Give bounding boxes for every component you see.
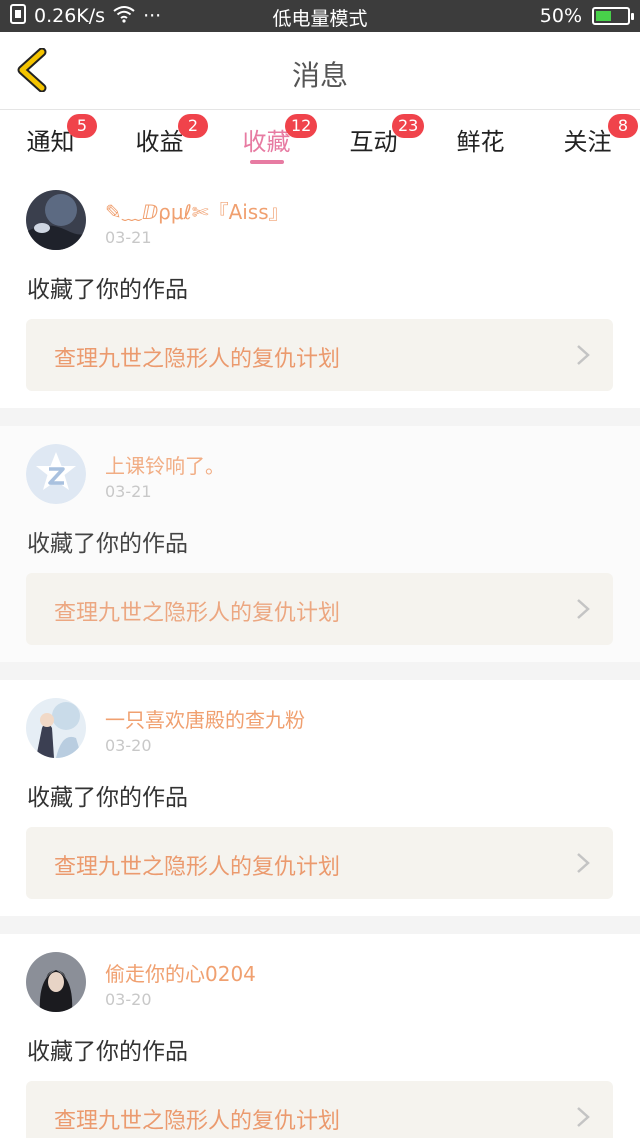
action-text: 收藏了你的作品 — [27, 277, 188, 303]
username[interactable]: 偷走你的心0204 — [105, 958, 256, 987]
divider — [0, 408, 640, 426]
page-title: 消息 — [291, 59, 348, 92]
tab-favorites[interactable]: 收藏 12 — [213, 114, 320, 170]
work-link[interactable]: 查理九世之隐形人的复仇计划 — [26, 1081, 613, 1138]
favorites-feed: ✎﹏ⅅρμℓ✄『Aiss』 03-21 收藏了你的作品 查理九世之隐形人的复仇计… — [0, 172, 640, 1138]
count-badge: 5 — [67, 114, 97, 138]
action-text: 收藏了你的作品 — [27, 1039, 188, 1065]
list-item: ✎﹏ⅅρμℓ✄『Aiss』 03-21 收藏了你的作品 查理九世之隐形人的复仇计… — [0, 172, 640, 408]
tab-label: 收益 — [135, 128, 184, 156]
count-badge: 12 — [285, 114, 318, 138]
tab-indicator — [249, 160, 284, 164]
tab-label: 互动 — [349, 128, 398, 156]
tab-income[interactable]: 收益 2 — [106, 114, 213, 170]
tab-follow[interactable]: 关注 8 — [534, 114, 640, 170]
work-title: 查理九世之隐形人的复仇计划 — [54, 601, 341, 626]
chevron-right-icon — [577, 1107, 590, 1127]
status-bar: 0.26K/s ··· 低电量模式 50% — [0, 0, 640, 32]
chevron-right-icon — [577, 345, 590, 365]
battery-level — [596, 11, 611, 21]
avatar[interactable] — [26, 444, 86, 504]
work-link[interactable]: 查理九世之隐形人的复仇计划 — [26, 827, 613, 899]
list-item: 偷走你的心0204 03-20 收藏了你的作品 查理九世之隐形人的复仇计划 — [0, 934, 640, 1138]
chevron-right-icon — [577, 599, 590, 619]
count-badge: 8 — [608, 114, 638, 138]
tab-flowers[interactable]: 鲜花 — [427, 122, 534, 170]
timestamp: 03-21 — [105, 482, 152, 501]
avatar[interactable] — [26, 698, 86, 758]
work-link[interactable]: 查理九世之隐形人的复仇计划 — [26, 319, 613, 391]
battery-percent: 50% — [539, 5, 582, 27]
work-title: 查理九世之隐形人的复仇计划 — [54, 347, 341, 372]
chevron-right-icon — [577, 853, 590, 873]
divider — [0, 916, 640, 934]
action-text: 收藏了你的作品 — [27, 785, 188, 811]
work-link[interactable]: 查理九世之隐形人的复仇计划 — [26, 573, 613, 645]
timestamp: 03-20 — [105, 990, 152, 1009]
battery-icon — [592, 7, 634, 25]
tab-notify[interactable]: 通知 5 — [0, 114, 104, 170]
tab-label: 收藏 — [242, 128, 291, 156]
timestamp: 03-21 — [105, 228, 152, 247]
username[interactable]: ✎﹏ⅅρμℓ✄『Aiss』 — [105, 196, 289, 225]
tab-interaction[interactable]: 互动 23 — [320, 114, 427, 170]
list-item: 一只喜欢唐殿的查九粉 03-20 收藏了你的作品 查理九世之隐形人的复仇计划 — [0, 680, 640, 916]
list-item: 上课铃响了。 03-21 收藏了你的作品 查理九世之隐形人的复仇计划 — [0, 426, 640, 662]
work-title: 查理九世之隐形人的复仇计划 — [54, 855, 341, 880]
nav-header: 消息 — [0, 32, 640, 110]
tab-label: 鲜花 — [456, 128, 505, 156]
avatar[interactable] — [26, 190, 86, 250]
tab-label: 关注 — [563, 128, 612, 156]
count-badge: 23 — [392, 114, 425, 138]
count-badge: 2 — [178, 114, 208, 138]
tab-bar: 通知 5 收益 2 收藏 12 互动 23 鲜花 关注 8 — [0, 110, 640, 172]
username[interactable]: 上课铃响了。 — [105, 450, 225, 479]
divider — [0, 662, 640, 680]
avatar[interactable] — [26, 952, 86, 1012]
action-text: 收藏了你的作品 — [27, 531, 188, 557]
username[interactable]: 一只喜欢唐殿的查九粉 — [105, 704, 305, 733]
work-title: 查理九世之隐形人的复仇计划 — [54, 1109, 341, 1134]
timestamp: 03-20 — [105, 736, 152, 755]
